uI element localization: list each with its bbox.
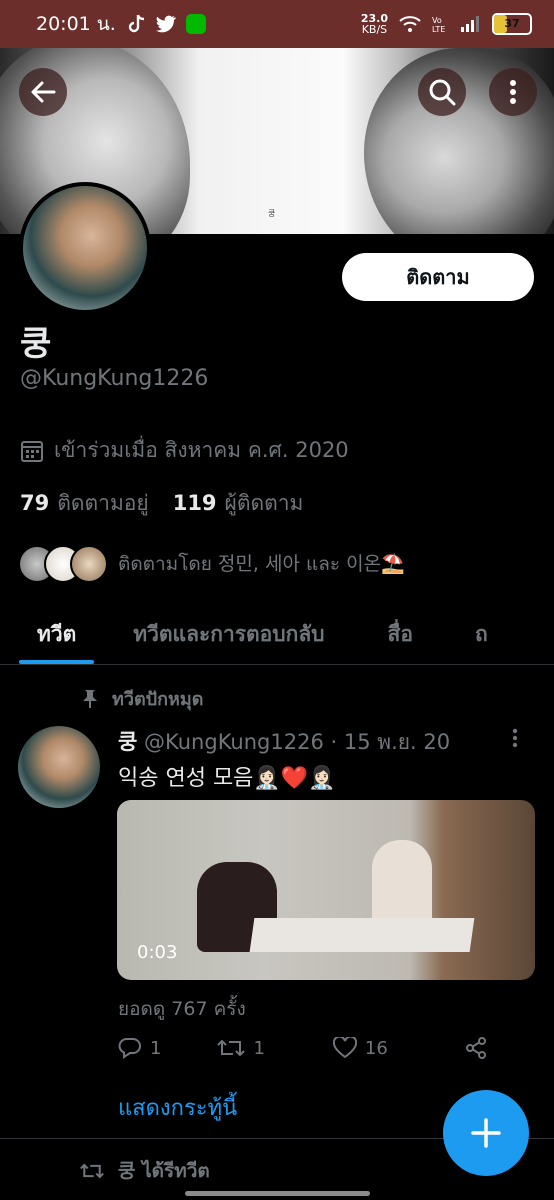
twitter-icon (155, 15, 176, 33)
line-app-icon (185, 14, 206, 34)
following-label: ติดตามอยู่ (57, 491, 149, 515)
followers-link[interactable]: 119 ผู้ติดตาม (173, 487, 304, 520)
tab-label: สื่อ (387, 622, 413, 646)
follow-button[interactable]: ติดตาม (342, 253, 534, 301)
video-duration: 0:03 (137, 942, 178, 963)
like-count: 16 (364, 1037, 388, 1059)
like-button[interactable]: 16 (332, 1036, 388, 1060)
heart-icon (332, 1037, 357, 1059)
home-indicator[interactable] (185, 1191, 370, 1196)
follower-avatar (70, 545, 108, 583)
profile-tabs: ทวีต ทวีตและการตอบกลับ สื่อ ถ (0, 602, 554, 665)
svg-text:Vo: Vo (432, 16, 442, 25)
signal-icon (461, 16, 479, 32)
view-count: ยอดดู 767 ครั้ง (118, 998, 246, 1020)
tab-label: ทวีต (37, 622, 77, 646)
pinned-label: ทวีตปักหมุด (82, 684, 203, 713)
battery-icon: 37 (492, 13, 532, 35)
wifi-icon (399, 16, 421, 32)
retweet-icon (217, 1039, 246, 1057)
profile-avatar[interactable] (19, 182, 151, 314)
compose-tweet-button[interactable] (443, 1090, 529, 1176)
share-icon (466, 1037, 486, 1059)
following-link[interactable]: 79 ติดตามอยู่ (20, 487, 149, 520)
join-date-text: เข้าร่วมเมื่อ สิงหาคม ค.ศ. 2020 (54, 438, 349, 462)
followers-label: ผู้ติดตาม (224, 491, 304, 515)
search-icon (429, 79, 456, 106)
tab-media[interactable]: สื่อ (388, 602, 413, 664)
tweet-text: 익송 연성 모음👩🏻‍⚕️❤️👩🏻‍⚕️ (118, 766, 336, 791)
tweet-video[interactable]: 0:03 (117, 800, 535, 980)
tab-tweets[interactable]: ทวีต (19, 602, 95, 664)
status-time: 20:01 น. (36, 13, 116, 35)
volte-icon: VoLTE (432, 16, 445, 33)
plus-icon (471, 1118, 501, 1148)
back-button[interactable] (19, 68, 67, 116)
retweet-count: 1 (253, 1037, 265, 1059)
following-count: 79 (20, 491, 50, 515)
video-table (249, 918, 475, 952)
tweet-actions: 1 1 16 (118, 1036, 488, 1060)
active-tab-indicator (19, 660, 95, 664)
tweet-more-button[interactable] (512, 728, 518, 753)
arrow-left-icon (31, 81, 56, 103)
status-bar: 20:01 น. 23.0 KB/S Vo LTE 37 (0, 0, 554, 48)
tweet-avatar[interactable] (18, 726, 100, 808)
pinned-text: ทวีตปักหมุด (112, 689, 204, 710)
display-name: 쿵 (20, 324, 52, 364)
tab-label: ถ (474, 622, 488, 646)
tweet-author-name: 쿵 (118, 730, 138, 754)
show-thread-link[interactable]: แสดงกระทู้นี้ (118, 1090, 237, 1125)
more-vertical-icon (512, 728, 518, 748)
more-vertical-icon (510, 80, 516, 104)
followers-count: 119 (172, 491, 217, 515)
battery-level: 37 (504, 17, 520, 30)
banner-mark: 쿵 (268, 209, 276, 218)
retweet-icon (80, 1163, 104, 1179)
net-unit: KB/S (361, 23, 388, 36)
followed-by[interactable]: ติดตามโดย 정민, 세아 และ 이온⛱️ (18, 545, 405, 583)
tweet-handle-date: @KungKung1226 · 15 พ.ย. 20 (144, 730, 451, 754)
share-button[interactable] (464, 1036, 488, 1060)
tab-likes[interactable]: ถ (475, 602, 488, 664)
reply-count: 1 (150, 1037, 162, 1059)
tab-label: ทวีตและการตอบกลับ (133, 622, 325, 646)
tiktok-icon (128, 14, 144, 33)
join-date: เข้าร่วมเมื่อ สิงหาคม ค.ศ. 2020 (20, 434, 349, 467)
more-options-button[interactable] (489, 68, 537, 116)
calendar-icon (21, 440, 43, 462)
retweeted-text: 쿵 ได้รีทวีต (118, 1160, 210, 1182)
profile-handle: @KungKung1226 (20, 366, 209, 391)
search-button[interactable] (418, 68, 466, 116)
retweet-button[interactable]: 1 (217, 1036, 265, 1060)
reply-button[interactable]: 1 (118, 1036, 161, 1060)
pin-icon (83, 689, 97, 708)
svg-text:LTE: LTE (432, 25, 445, 33)
follow-counts: 79 ติดตามอยู่ 119 ผู้ติดตาม (20, 487, 303, 520)
reply-icon (118, 1038, 141, 1059)
tab-tweets-replies[interactable]: ทวีตและการตอบกลับ (133, 602, 324, 664)
followed-by-text: ติดตามโดย 정민, 세아 และ 이온⛱️ (118, 553, 405, 575)
retweeted-label: 쿵 ได้รีทวีต (80, 1156, 210, 1186)
tweet-header: 쿵 @KungKung1226 · 15 พ.ย. 20 (118, 726, 450, 759)
